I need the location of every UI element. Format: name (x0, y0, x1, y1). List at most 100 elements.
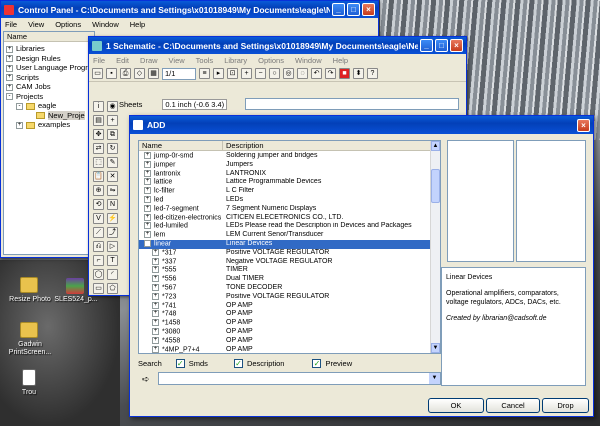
run-icon[interactable]: ▸ (213, 68, 224, 79)
stop-icon[interactable]: ■ (339, 68, 350, 79)
document-icon[interactable] (22, 369, 36, 386)
print-icon[interactable]: ⎙ (120, 68, 131, 79)
move-icon[interactable]: ✥ (93, 129, 104, 140)
board-icon[interactable]: ▦ (148, 68, 159, 79)
expand-icon[interactable]: + (144, 231, 151, 239)
library-row[interactable]: + *748 OP AMP (139, 310, 440, 319)
expand-icon[interactable]: + (6, 64, 13, 72)
library-row[interactable]: + *4558 OP AMP (139, 336, 440, 346)
value-icon[interactable]: V (93, 213, 104, 224)
tree-item[interactable]: - Projects (6, 92, 94, 102)
schematic-titlebar[interactable]: 1 Schematic - C:\Documents and Settings\… (89, 37, 466, 54)
tree-column-header[interactable]: Name (4, 32, 94, 42)
arc-icon[interactable]: ◜ (107, 269, 118, 280)
library-row[interactable]: + lattice Lattice Programmable Devices (139, 178, 440, 187)
expand-icon[interactable]: + (152, 292, 159, 300)
pinswap-icon[interactable]: ⇋ (107, 185, 118, 196)
scroll-up-icon[interactable]: ▲ (431, 141, 440, 151)
tree-item[interactable]: + examples (6, 120, 94, 130)
expand-icon[interactable]: + (152, 319, 159, 327)
replace-icon[interactable]: ⟲ (93, 199, 104, 210)
scroll-thumb[interactable] (431, 169, 440, 203)
zoom-redraw-icon[interactable]: ○ (269, 68, 280, 79)
library-row[interactable]: + lc-filter L C Filter (139, 187, 440, 196)
library-list[interactable]: Name Description + jump-0r-smd Soldering j… (138, 140, 441, 354)
expand-icon[interactable]: + (6, 45, 13, 53)
help-icon[interactable]: ? (367, 68, 378, 79)
library-row[interactable]: + *741 OP AMP (139, 301, 440, 311)
expand-icon[interactable]: + (6, 55, 13, 63)
drop-button[interactable]: Drop (542, 398, 589, 413)
zoom-select-icon[interactable]: ◎ (283, 68, 294, 79)
tree-item[interactable]: + Design Rules (6, 54, 94, 64)
circle-icon[interactable]: ◯ (93, 269, 104, 280)
menu-library[interactable]: Library (224, 56, 247, 65)
maximize-button[interactable]: □ (347, 3, 360, 16)
menu-options[interactable]: Options (55, 20, 81, 29)
library-row[interactable]: + *337 Negative VOLTAGE REGULATOR (139, 257, 440, 267)
minimize-button[interactable]: _ (332, 3, 345, 16)
expand-icon[interactable]: + (144, 178, 151, 186)
display-icon[interactable]: ▤ (93, 115, 104, 126)
text-icon[interactable]: T (107, 255, 118, 266)
rect-icon[interactable]: ▭ (93, 283, 104, 294)
zoom-out-icon[interactable]: − (255, 68, 266, 79)
expand-icon[interactable]: + (152, 248, 159, 256)
tree-item[interactable]: - eagle (6, 101, 94, 111)
expand-icon[interactable]: + (152, 310, 159, 318)
menu-tools[interactable]: Tools (196, 56, 214, 65)
close-button[interactable]: × (577, 118, 590, 132)
zoom-fit-icon[interactable]: ⊡ (227, 68, 238, 79)
expand-icon[interactable]: + (144, 213, 151, 221)
info-icon[interactable]: i (93, 101, 104, 112)
redo-icon[interactable]: ↷ (325, 68, 336, 79)
library-row[interactable]: + *317 Positive VOLTAGE REGULATOR (139, 248, 440, 258)
add-icon[interactable]: ⊕ (93, 185, 104, 196)
menu-draw[interactable]: Draw (140, 56, 158, 65)
undo-icon[interactable]: ↶ (311, 68, 322, 79)
tree-item[interactable]: + Libraries (6, 44, 94, 54)
mark-icon[interactable]: + (107, 115, 118, 126)
gadwin-printscreen-icon[interactable] (20, 322, 38, 338)
column-name[interactable]: Name (139, 141, 223, 150)
expand-icon[interactable]: + (152, 345, 159, 353)
change-icon[interactable]: ✎ (107, 157, 118, 168)
column-description[interactable]: Description (223, 141, 264, 150)
expand-icon[interactable]: + (152, 327, 159, 335)
tree-item[interactable]: + CAM Jobs (6, 82, 94, 92)
expand-icon[interactable]: + (144, 152, 151, 159)
list-scrollbar[interactable]: ▲ ▼ (430, 141, 440, 353)
menu-options[interactable]: Options (258, 56, 284, 65)
collapse-icon[interactable]: - (6, 93, 13, 101)
zoom-last-icon[interactable]: ◌ (297, 68, 308, 79)
show-icon[interactable]: ◉ (107, 101, 118, 112)
library-row[interactable]: + *555 TIMER (139, 266, 440, 275)
expand-icon[interactable]: + (144, 187, 151, 195)
expand-icon[interactable]: + (152, 283, 159, 291)
add-dialog-titlebar[interactable]: ADD × (130, 116, 593, 134)
delete-icon[interactable]: ✕ (107, 171, 118, 182)
library-row[interactable]: - linear Linear Devices (139, 239, 440, 249)
library-row[interactable]: + *1458 OP AMP (139, 319, 440, 328)
minimize-button[interactable]: _ (420, 39, 433, 52)
smds-checkbox[interactable]: ✓ (175, 359, 185, 368)
expand-icon[interactable]: + (152, 257, 159, 265)
ok-button[interactable]: OK (428, 398, 484, 413)
expand-icon[interactable]: + (144, 195, 151, 203)
menu-help[interactable]: Help (333, 56, 348, 65)
expand-icon[interactable]: + (152, 266, 159, 274)
chevron-down-icon[interactable]: ▼ (429, 373, 440, 384)
library-row[interactable]: + lantronix LANTRONIX (139, 169, 440, 179)
cam-icon[interactable]: ◇ (134, 68, 145, 79)
menu-window[interactable]: Window (295, 56, 322, 65)
expand-icon[interactable]: + (144, 204, 151, 212)
expand-icon[interactable]: + (6, 83, 13, 91)
close-button[interactable]: × (362, 3, 375, 16)
group-icon[interactable]: ⬚ (93, 157, 104, 168)
sheet-select[interactable]: 1/1 (162, 67, 196, 80)
paste-icon[interactable]: 📋 (93, 171, 104, 182)
library-row[interactable]: + jump-0r-smd Soldering jumper and bridges (139, 152, 440, 161)
library-row[interactable]: + led-citizen-electronics CITICEN ELECETRO… (139, 213, 440, 223)
tree-item[interactable]: + User Language Programs (6, 63, 102, 73)
script-icon[interactable]: ≡ (199, 68, 210, 79)
